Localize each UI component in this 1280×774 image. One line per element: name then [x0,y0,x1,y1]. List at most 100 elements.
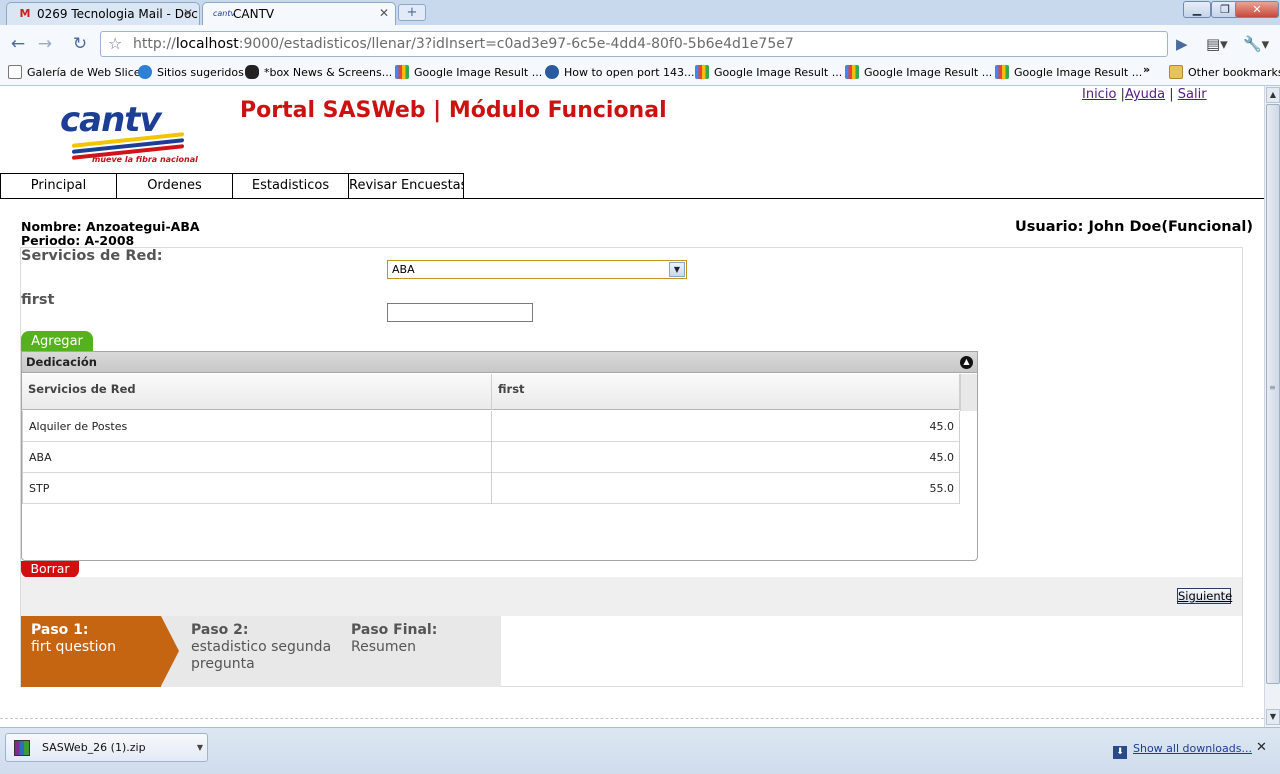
wizard-step-1: Paso 1: firt question [31,622,116,656]
scroll-up-icon[interactable]: ▲ [1266,87,1280,103]
bookmark-label: Galería de Web Slice [27,66,141,79]
close-shelf-icon[interactable]: ✕ [1256,740,1267,755]
bookmark-label: How to open port 143... [564,66,695,79]
show-all-label: Show all downloads... [1133,742,1252,755]
inicio-link[interactable]: Inicio [1082,87,1116,102]
servicios-select[interactable]: ABA ▼ [387,260,687,279]
grid-title-text: Dedicación [26,355,97,369]
grid-header-scroll-spacer [960,374,977,411]
cell-servicio: ABA [22,442,492,473]
bookmarks-overflow-chevron[interactable]: » [1143,63,1150,76]
bookmark-label: Google Image Result ... [864,66,993,79]
chevron-down-icon[interactable]: ▼ [197,734,203,761]
bookmark-item[interactable]: Google Image Result ... [695,65,842,79]
bookmark-item[interactable]: Google Image Result ... [395,65,542,79]
page-title: Portal SASWeb | Módulo Funcional [240,98,667,123]
nombre-label: Nombre: Anzoategui-ABA [21,219,200,234]
first-input[interactable] [387,303,533,322]
download-shelf: SASWeb_26 (1).zip ▼ ⬇ Show all downloads.… [0,727,1280,774]
url-host: localhost [175,36,239,52]
minimize-button[interactable]: ▁ [1183,1,1211,18]
menu-item-estadisticos[interactable]: Estadisticos [232,173,348,199]
google-icon [695,65,709,79]
bookmark-item[interactable]: *box News & Screens... [245,65,392,79]
bookmark-item[interactable]: How to open port 143... [545,65,695,79]
step-title: Paso 1: [31,622,89,638]
tab-strip: M 0269 Tecnologia Mail - Doc... ✕ cantv … [0,0,1280,25]
page-scrollbar[interactable]: ▲ ≡ ▼ [1264,86,1280,727]
forward-button[interactable]: → [33,32,57,56]
step-title: Paso 2: [191,622,249,638]
logo-tagline: mueve la fibra nacional [92,155,198,164]
form-footer-bar [21,577,1242,616]
back-button[interactable]: ← [6,32,30,56]
bookmark-label: Sitios sugeridos [157,66,244,79]
close-tab-icon[interactable]: ✕ [183,6,193,20]
play-icon[interactable]: ▶ [1176,32,1188,56]
bookmark-item[interactable]: Google Image Result ... [995,65,1142,79]
close-tab-icon[interactable]: ✕ [379,6,389,20]
tab-cantv[interactable]: cantv CANTV ✕ [202,2,396,25]
borrar-button[interactable]: Borrar [21,561,79,578]
table-row[interactable]: Alquiler de Postes 45.0 [22,411,960,442]
table-row[interactable]: STP 55.0 [22,473,960,504]
tab-gmail[interactable]: M 0269 Tecnologia Mail - Doc... ✕ [6,2,200,25]
plus-circle-icon [545,65,559,79]
servicios-selected-value: ABA [392,263,415,276]
page-viewport: cantv mueve la fibra nacional Portal SAS… [0,86,1264,727]
grid-body: Alquiler de Postes 45.0 ABA 45.0 STP 55.… [22,411,960,504]
cell-first: 45.0 [492,411,960,442]
agregar-button[interactable]: Agregar [21,331,93,352]
scroll-grip-icon: ≡ [1269,383,1276,392]
grid-header: Servicios de Red first [22,374,960,410]
bookmarks-bar: Galería de Web Slice Sitios sugeridos *b… [0,61,1280,86]
google-icon [845,65,859,79]
scroll-thumb[interactable] [1266,104,1280,684]
show-all-downloads-link[interactable]: ⬇ Show all downloads... [1113,742,1252,759]
salir-link[interactable]: Salir [1178,87,1207,102]
collapse-icon[interactable]: ▲ [960,356,973,369]
page-bottom-divider [0,718,1264,719]
scroll-down-icon[interactable]: ▼ [1266,709,1280,725]
wrench-icon[interactable]: 🔧▾ [1243,32,1269,56]
menu-item-ordenes[interactable]: Ordenes [116,173,232,199]
zip-archive-icon [14,740,30,756]
other-bookmarks[interactable]: Other bookmarks [1169,65,1280,79]
grid-title: Dedicación ▲ [22,352,977,373]
bookmark-item[interactable]: Sitios sugeridos [138,65,244,79]
download-item[interactable]: SASWeb_26 (1).zip ▼ [5,733,208,762]
menu-divider [0,198,1264,199]
bookmark-item[interactable]: Galería de Web Slice [8,65,141,79]
chevron-down-icon[interactable]: ▼ [669,262,685,277]
siguiente-button[interactable]: Siguiente [1177,588,1232,604]
ayuda-link[interactable]: Ayuda [1125,87,1165,102]
page-menu-icon[interactable]: ▤▾ [1206,32,1228,56]
main-menu: Principal Ordenes Estadisticos Revisar E… [0,173,464,199]
page-icon [8,65,22,79]
column-header-first[interactable]: first [492,374,960,410]
table-row[interactable]: ABA 45.0 [22,442,960,473]
address-bar[interactable]: ☆ http://localhost:9000/estadisticos/lle… [100,31,1168,57]
cell-first: 45.0 [492,442,960,473]
close-window-button[interactable]: ✕ [1235,1,1279,18]
top-links: Inicio |Ayuda | Salir [1082,87,1207,102]
wizard-arrow [161,616,179,686]
column-header-servicios[interactable]: Servicios de Red [22,374,492,410]
new-tab-button[interactable]: + [398,4,426,21]
xbox-icon [245,65,259,79]
step-text: Resumen [351,639,417,655]
google-icon [395,65,409,79]
menu-item-revisar-encuestas[interactable]: Revisar Encuestas [348,173,464,199]
star-icon[interactable]: ☆ [108,32,122,56]
step-text: firt question [31,639,116,655]
step-title: Paso Final: [351,622,438,638]
wizard-step-2: Paso 2: estadistico segunda pregunta [191,622,336,673]
bookmark-item[interactable]: Google Image Result ... [845,65,992,79]
menu-item-principal[interactable]: Principal [0,173,116,199]
gmail-icon: M [19,7,31,20]
bookmark-label: Google Image Result ... [1014,66,1143,79]
reload-button[interactable]: ↻ [68,32,92,56]
browser-toolbar: ← → ↻ ☆ http://localhost:9000/estadistic… [0,25,1280,61]
cantv-logo[interactable]: cantv mueve la fibra nacional [58,100,198,166]
cell-servicio: STP [22,473,492,504]
